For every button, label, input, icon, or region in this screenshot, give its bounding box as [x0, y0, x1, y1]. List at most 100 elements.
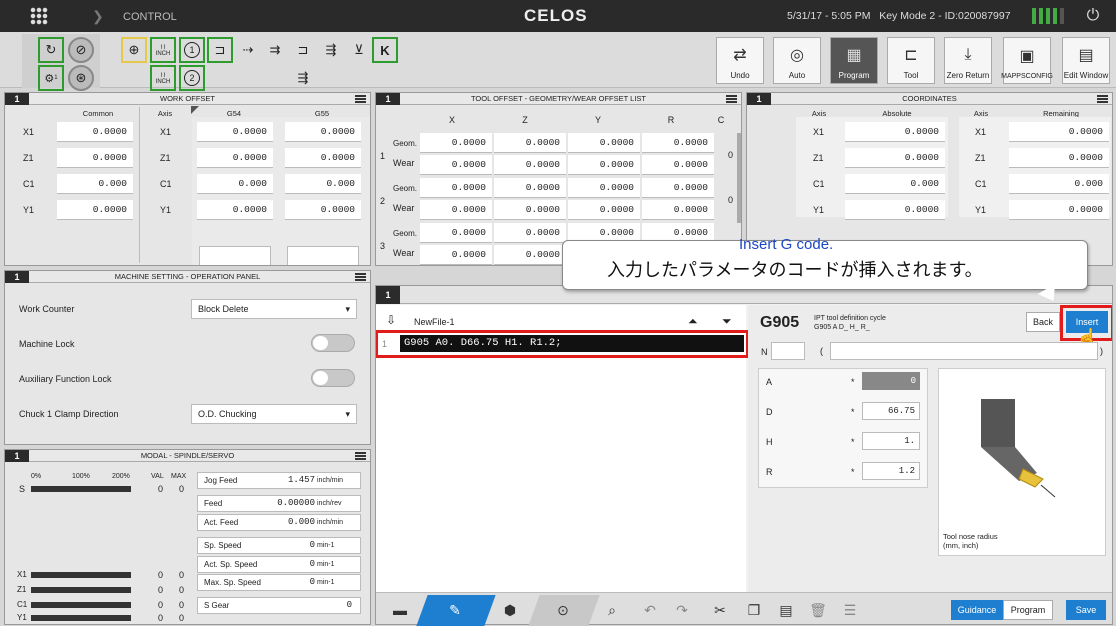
param-h-input[interactable]: 1. [862, 432, 920, 450]
save-button[interactable]: Save [1066, 600, 1106, 620]
scrollbar[interactable] [737, 133, 741, 223]
tool2-c[interactable]: 0 [728, 195, 733, 205]
param-a-input[interactable]: 0 [862, 372, 920, 390]
g55-name-field[interactable] [287, 246, 359, 265]
redo-arrow-icon[interactable]: ↷ [670, 599, 694, 621]
tool1-icon[interactable]: 1 [179, 37, 205, 63]
chuck-direction-select[interactable]: O.D. Chucking [191, 404, 357, 424]
g55-c1-value[interactable]: 0.000 [285, 174, 361, 194]
param-r-input[interactable]: 1.2 [862, 462, 920, 480]
aux-lock-toggle[interactable] [311, 369, 355, 387]
undo-button[interactable]: ⇄ Undo [716, 37, 764, 84]
tool-button[interactable]: ⊏ Tool [887, 37, 935, 84]
part-catcher-icon[interactable]: ⊻ [346, 37, 372, 63]
back-button[interactable]: Back [1026, 312, 1060, 332]
common-y1-value[interactable]: 0.0000 [57, 200, 133, 220]
delete-icon[interactable]: 🗑 [806, 599, 830, 621]
tool3-wear-x[interactable]: 0.0000 [420, 245, 492, 265]
stop-icon[interactable]: ⊘ [68, 37, 94, 63]
tool1-wear-r[interactable]: 0.0000 [642, 155, 714, 175]
cycle-code: G905 [760, 314, 800, 331]
menu-icon[interactable] [355, 452, 366, 460]
g54-y1-value[interactable]: 0.0000 [197, 200, 273, 220]
tool2-icon[interactable]: 2 [179, 65, 205, 91]
common-z1-value[interactable]: 0.0000 [57, 148, 133, 168]
scroll-bottom-icon[interactable]: ⏷ [722, 314, 732, 329]
tool2-wear-z[interactable]: 0.0000 [494, 200, 566, 220]
spindle-icon[interactable]: ⚙ 1 [38, 65, 64, 91]
coolant-icon[interactable]: ⇢ [235, 37, 261, 63]
tailstock-icon[interactable]: ⊛ [68, 65, 94, 91]
param-d-input[interactable]: 66.75 [862, 402, 920, 420]
tool2-wear-r[interactable]: 0.0000 [642, 200, 714, 220]
g55-z1-value[interactable]: 0.0000 [285, 148, 361, 168]
absolute-z1: 0.0000 [845, 148, 945, 168]
tool1-geom-x[interactable]: 0.0000 [420, 133, 492, 153]
tool1-geom-y[interactable]: 0.0000 [568, 133, 640, 153]
comment-input[interactable] [830, 342, 1098, 360]
menu-icon[interactable] [355, 273, 366, 281]
tool3-wear-z[interactable]: 0.0000 [494, 245, 566, 265]
common-x1-value[interactable]: 0.0000 [57, 122, 133, 142]
g55-x1-value[interactable]: 0.0000 [285, 122, 361, 142]
n-input[interactable] [771, 342, 805, 360]
air-blow-icon[interactable]: ⇉ [262, 37, 288, 63]
key-mode-icon[interactable]: K [372, 37, 398, 63]
cube-icon[interactable]: ⬢ [498, 599, 522, 621]
g55-y1-value[interactable]: 0.0000 [285, 200, 361, 220]
menu-icon[interactable] [355, 95, 366, 103]
chuck-icon[interactable]: ⊕ [121, 37, 147, 63]
axis-max: 0 [179, 600, 185, 610]
edit-list-icon[interactable]: ☰ [838, 599, 862, 621]
g54-name-field[interactable] [199, 246, 271, 265]
work-counter-select[interactable]: Block Delete [191, 299, 357, 319]
tool1-c[interactable]: 0 [728, 150, 733, 160]
program-button[interactable]: ▦ Program [830, 37, 878, 84]
code-line[interactable]: G905 A0. D66.75 H1. R1.2; [400, 335, 744, 352]
cycle-icon[interactable]: ↻ [38, 37, 64, 63]
tool1-geom-r[interactable]: 0.0000 [642, 133, 714, 153]
scroll-top-icon[interactable]: ⏶ [688, 314, 698, 329]
mappsconfig-button[interactable]: ▣ MAPPSCONFIG [1001, 37, 1053, 84]
tool1-geom-z[interactable]: 0.0000 [494, 133, 566, 153]
undo-arrow-icon[interactable]: ↶ [638, 599, 662, 621]
tool1-wear-y[interactable]: 0.0000 [568, 155, 640, 175]
common-c1-value[interactable]: 0.000 [57, 174, 133, 194]
tool-sensor-icon[interactable]: ⊐ [290, 37, 316, 63]
paste-icon[interactable]: ▤ [774, 599, 798, 621]
chuck-direction-label: Chuck 1 Clamp Direction [19, 409, 119, 419]
inch-jog-icon[interactable]: ⌇⌇ INCH [150, 37, 176, 63]
copy-icon[interactable]: ❐ [742, 599, 766, 621]
steady-rest-icon[interactable]: ⇶ [318, 37, 344, 63]
power-icon[interactable]: ⏻ [1080, 4, 1106, 28]
zero-return-button[interactable]: ⤓ Zero Return [944, 37, 992, 84]
g54-c1-value[interactable]: 0.000 [197, 174, 273, 194]
g54-x1-value[interactable]: 0.0000 [197, 122, 273, 142]
program-toggle-button[interactable]: Program [1003, 600, 1053, 620]
tool2-wear-x[interactable]: 0.0000 [420, 200, 492, 220]
search-icon[interactable]: ⌕ [600, 599, 624, 621]
machine-lock-toggle[interactable] [311, 334, 355, 352]
tool1-wear-z[interactable]: 0.0000 [494, 155, 566, 175]
g54-z1-value[interactable]: 0.0000 [197, 148, 273, 168]
tool2-geom-r[interactable]: 0.0000 [642, 178, 714, 198]
tool1-wear-x[interactable]: 0.0000 [420, 155, 492, 175]
tool3-geom-x[interactable]: 0.0000 [420, 223, 492, 243]
guidance-button[interactable]: Guidance [951, 600, 1003, 620]
auto-button[interactable]: ◎ Auto [773, 37, 821, 84]
cut-icon[interactable]: ✂ [708, 599, 732, 621]
turret-icon[interactable]: ⇶ [290, 65, 316, 91]
menu-icon[interactable] [1097, 95, 1108, 103]
menu-icon[interactable] [726, 95, 737, 103]
inch-feed-icon[interactable]: ⌇⌇ INCH [150, 65, 176, 91]
tool3-geom-z[interactable]: 0.0000 [494, 223, 566, 243]
clamp-icon[interactable]: ⊐ [207, 37, 233, 63]
app-grid-icon[interactable] [30, 7, 48, 25]
edit-window-button[interactable]: ▤ Edit Window [1062, 37, 1110, 84]
tool2-geom-x[interactable]: 0.0000 [420, 178, 492, 198]
tool2-wear-y[interactable]: 0.0000 [568, 200, 640, 220]
download-icon[interactable]: ⇩ [386, 313, 396, 327]
tool2-geom-z[interactable]: 0.0000 [494, 178, 566, 198]
tool2-geom-y[interactable]: 0.0000 [568, 178, 640, 198]
folder-icon[interactable]: ▬ [388, 599, 412, 621]
